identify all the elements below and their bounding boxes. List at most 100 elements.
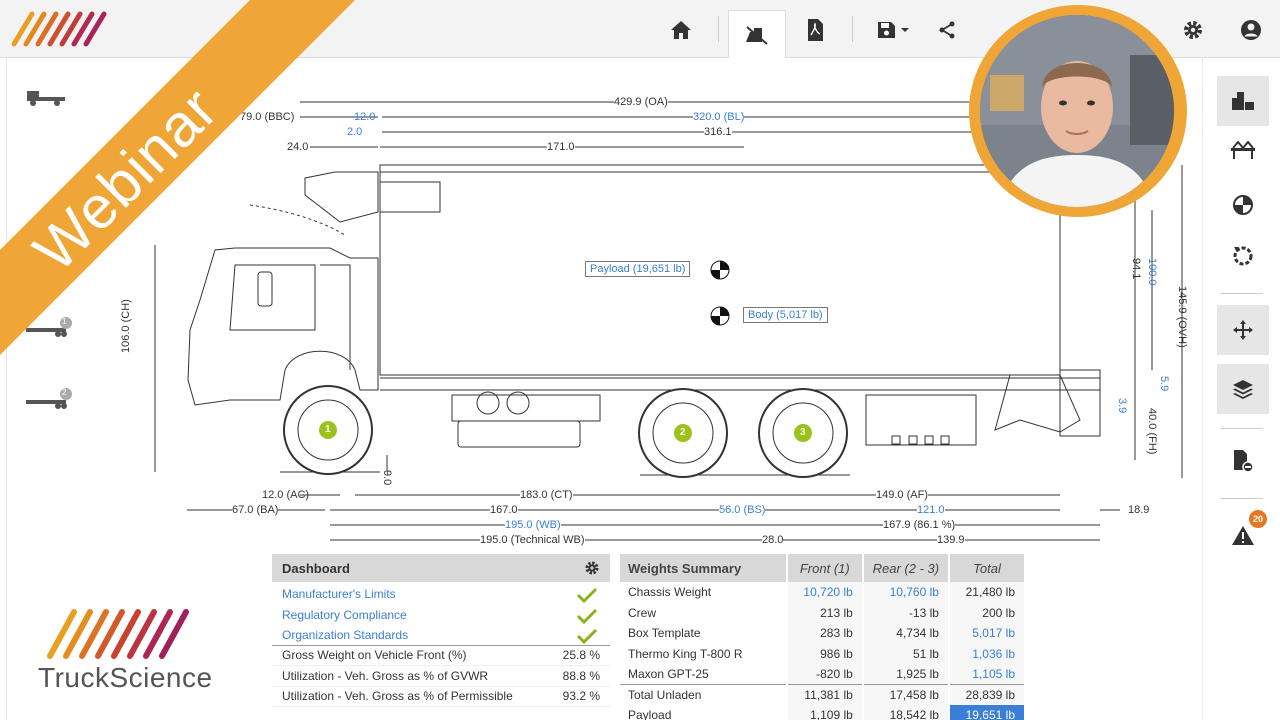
body-cg-label[interactable]: Body (5,017 lb)	[743, 307, 828, 323]
truckscience-logo: TruckScience	[36, 600, 212, 700]
body-cg-marker	[710, 306, 730, 326]
col-front: Front (1)	[786, 554, 864, 582]
payload-cg-label[interactable]: Payload (19,651 lb)	[585, 261, 691, 277]
dim-189[interactable]: 18.9	[1128, 504, 1149, 516]
dim-af[interactable]: 149.0 (AF)	[876, 489, 928, 501]
dim-ovh[interactable]: 145.9 (OVH)	[1176, 286, 1188, 348]
cell-front: 1,109 lb	[786, 705, 864, 720]
dim-167[interactable]: 167.0	[490, 504, 518, 516]
table-row: Thermo King T-800 R 986 lb 51 lb 1,036 l…	[620, 643, 1027, 664]
layers-icon[interactable]	[1217, 364, 1269, 414]
dashboard-panel: Dashboard Manufacturer's Limits Regulato…	[272, 554, 610, 720]
dim-oa[interactable]: 429.9 (OA)	[614, 96, 668, 108]
cell-front: 986 lb	[786, 643, 864, 664]
row-label: Chassis Weight	[620, 582, 788, 603]
dim-1399[interactable]: 139.9	[937, 534, 965, 546]
warning-icon[interactable]: 20	[1217, 510, 1269, 560]
cell-front: 213 lb	[786, 602, 864, 623]
table-row: Chassis Weight 10,720 lb 10,760 lb 21,48…	[620, 582, 1027, 603]
row-label: Maxon GPT-25	[620, 664, 788, 685]
cell-total[interactable]: 1,105 lb	[948, 664, 1027, 685]
dim-wb[interactable]: 195.0 (WB)	[505, 519, 561, 531]
check-icon	[576, 608, 598, 624]
cell-total[interactable]: 1,036 lb	[948, 643, 1027, 664]
cell-total[interactable]: 19,651 lb	[948, 705, 1027, 720]
logo-wordmark: TruckScience	[38, 662, 213, 693]
dim-ac[interactable]: 12.0 (AC)	[262, 489, 309, 501]
cell-front: 283 lb	[786, 623, 864, 644]
move-icon[interactable]	[1217, 305, 1269, 355]
dim-ct[interactable]: 183.0 (CT)	[520, 489, 573, 501]
dashboard-title: Dashboard	[282, 560, 350, 576]
table-row: Box Template 283 lb 4,734 lb 5,017 lb	[620, 623, 1027, 644]
dashboard-gear-icon[interactable]	[584, 560, 600, 576]
cell-rear: 17,458 lb	[862, 684, 950, 705]
manufacturers-limits-link[interactable]: Manufacturer's Limits	[272, 584, 610, 605]
cog-marker-icon[interactable]	[1217, 180, 1269, 230]
cell-rear: 1,925 lb	[862, 664, 950, 685]
table-row: Maxon GPT-25 -820 lb 1,925 lb 1,105 lb	[620, 664, 1027, 685]
organization-standards-link[interactable]: Organization Standards	[272, 625, 610, 646]
row-label: Payload	[620, 705, 788, 720]
regulatory-compliance-link[interactable]: Regulatory Compliance	[272, 605, 610, 626]
weights-title: Weights Summary	[620, 554, 788, 582]
webcam-overlay	[969, 5, 1187, 217]
dim-121[interactable]: 121.0	[917, 504, 945, 516]
row-label: Thermo King T-800 R	[620, 643, 788, 664]
dim-bl[interactable]: 320.0 (BL)	[693, 111, 745, 123]
axle-2-label: 2	[680, 427, 686, 438]
dim-316[interactable]: 316.1	[704, 126, 732, 138]
row-label: Crew	[620, 602, 788, 623]
dim-fh[interactable]: 40.0 (FH)	[1146, 408, 1158, 454]
link-label[interactable]: Manufacturer's Limits	[282, 587, 396, 601]
dim-gc[interactable]: 9.0	[381, 470, 393, 485]
cell-total: 28,839 lb	[948, 684, 1027, 705]
dim-1679[interactable]: 167.9 (86.1 %)	[883, 519, 956, 531]
remove-document-icon[interactable]	[1217, 436, 1269, 486]
link-label[interactable]: Regulatory Compliance	[282, 608, 407, 622]
presenter-video	[980, 15, 1174, 207]
dim-28[interactable]: 28.0	[762, 534, 784, 546]
weights-table: Weights Summary Front (1) Rear (2 - 3) T…	[620, 554, 1027, 720]
cell-rear[interactable]: 10,760 lb	[862, 582, 950, 603]
row-label: Utilization - Veh. Gross as % of Permiss…	[282, 689, 513, 704]
alerts-badge: 20	[1249, 510, 1267, 528]
row-value: 88.8 %	[562, 668, 600, 683]
dim-twb[interactable]: 195.0 (Technical WB)	[480, 534, 585, 546]
col-rear: Rear (2 - 3)	[862, 554, 950, 582]
cell-rear: 4,734 lb	[862, 623, 950, 644]
turning-circle-icon[interactable]	[1217, 230, 1269, 280]
cell-rear: 18,542 lb	[862, 705, 950, 720]
dim-100[interactable]: 100.0	[1146, 258, 1158, 286]
table-row: Payload 1,109 lb 18,542 lb 19,651 lb	[620, 705, 1027, 720]
row-label: Gross Weight on Vehicle Front (%)	[282, 648, 467, 663]
cell-total[interactable]: 5,017 lb	[948, 623, 1027, 644]
row-value: 93.2 %	[562, 689, 600, 704]
bridge-icon[interactable]	[1217, 126, 1269, 176]
configuration-icon[interactable]	[1217, 76, 1269, 126]
axle-3-label: 3	[800, 427, 806, 438]
dim-59[interactable]: 5.9	[1158, 376, 1170, 391]
axle-1-label: 1	[325, 424, 331, 435]
table-row: Crew 213 lb -13 lb 200 lb	[620, 602, 1027, 623]
dim-941[interactable]: 94.1	[1130, 258, 1142, 279]
right-sidebar: 20	[1202, 58, 1280, 720]
link-label[interactable]: Organization Standards	[282, 628, 408, 642]
dim-bs[interactable]: 56.0 (BS)	[719, 504, 766, 516]
app-logo[interactable]	[4, 6, 124, 57]
col-total: Total	[948, 554, 1027, 582]
cell-total: 21,480 lb	[948, 582, 1027, 603]
weights-summary-panel: Weights Summary Front (1) Rear (2 - 3) T…	[620, 554, 1028, 720]
dashboard-header: Dashboard	[272, 554, 610, 582]
cell-front[interactable]: 10,720 lb	[786, 582, 864, 603]
check-icon	[576, 587, 598, 603]
dim-ba[interactable]: 67.0 (BA)	[232, 504, 279, 516]
row-label: Total Unladen	[620, 684, 788, 705]
dim-171[interactable]: 171.0	[547, 141, 575, 153]
dashboard-row: Utilization - Veh. Gross as % of Permiss…	[272, 687, 610, 707]
dim-39[interactable]: 3.9	[1116, 398, 1128, 413]
dashboard-row: Utilization - Veh. Gross as % of GVWR 88…	[272, 666, 610, 687]
cell-rear: -13 lb	[862, 602, 950, 623]
cell-front: -820 lb	[786, 664, 864, 685]
cell-total: 200 lb	[948, 602, 1027, 623]
